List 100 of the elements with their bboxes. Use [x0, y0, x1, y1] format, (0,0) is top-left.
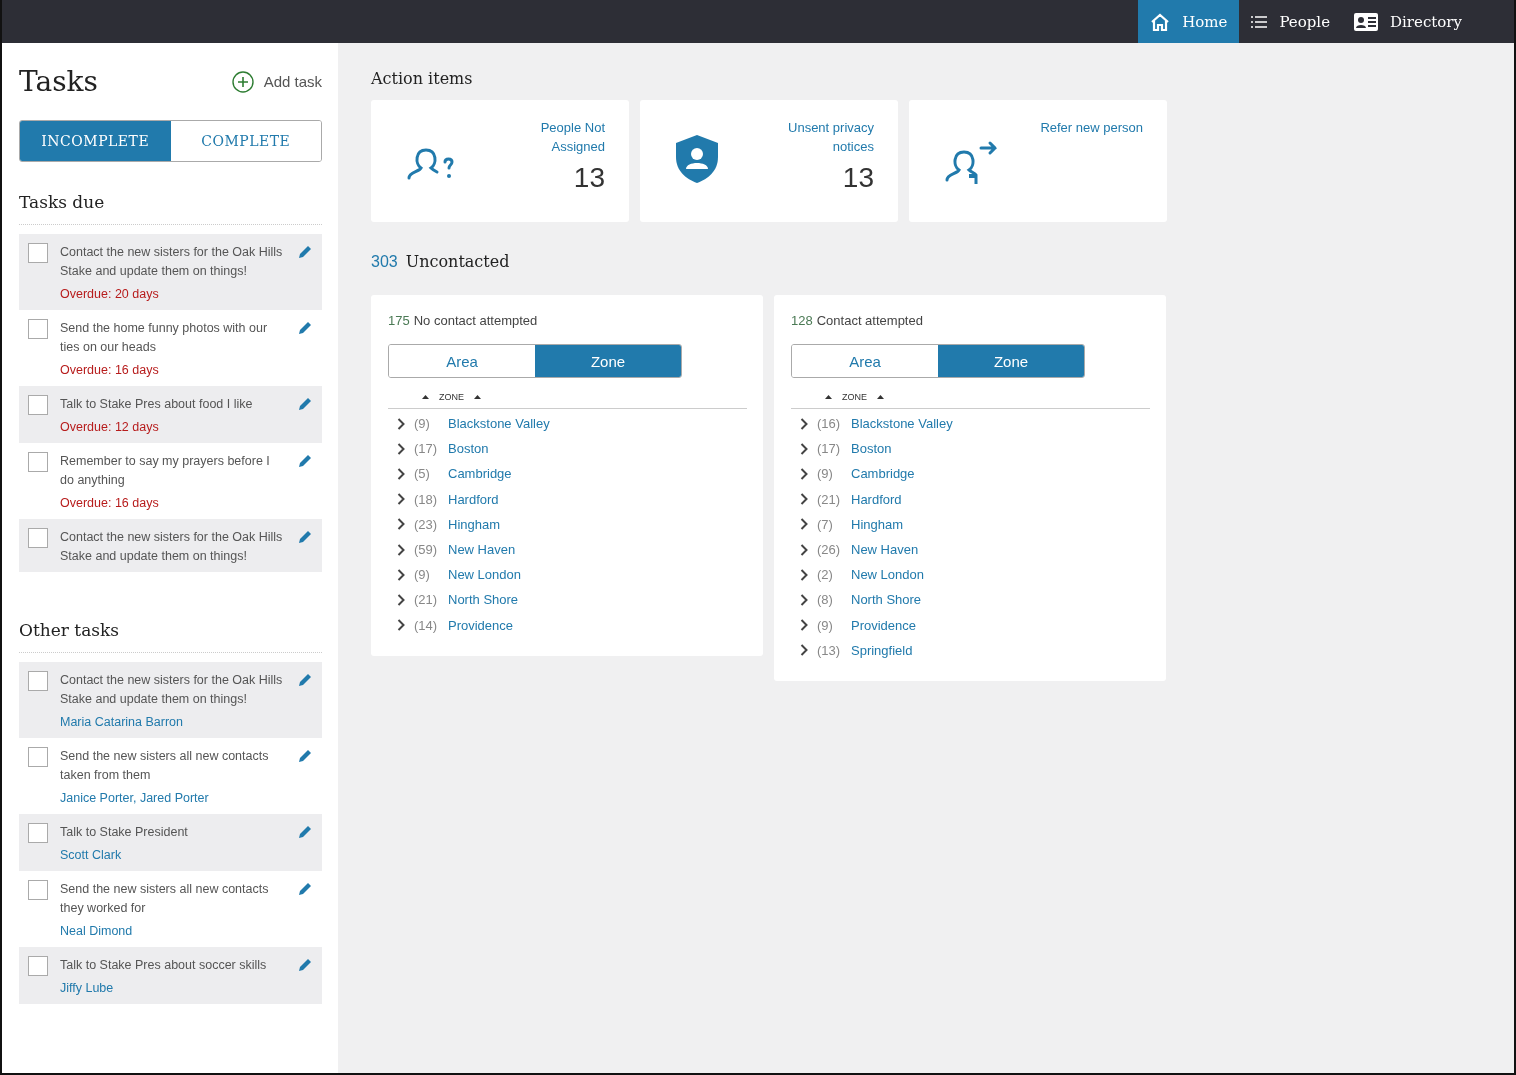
zone-link[interactable]: Hingham — [851, 516, 904, 532]
toggle-option[interactable]: Zone — [535, 345, 681, 377]
chevron-right-icon[interactable] — [397, 467, 405, 480]
sort-arrow-icon[interactable] — [422, 395, 429, 399]
panel-title: Contact attempted — [816, 313, 923, 328]
chevron-right-icon[interactable] — [397, 518, 405, 531]
person-link[interactable]: Maria Catarina Barron — [60, 713, 287, 732]
person-link[interactable]: Jiffy Lube — [60, 979, 287, 998]
overdue-label: Overdue: 16 days — [60, 362, 160, 379]
zone-count: (2) — [817, 567, 834, 583]
action-card[interactable]: People Not Assigned 13 — [371, 100, 629, 222]
chevron-right-icon[interactable] — [800, 568, 808, 581]
zone-link[interactable]: Blackstone Valley — [851, 416, 953, 432]
zone-link[interactable]: Boston — [448, 441, 489, 457]
filter-tab[interactable]: INCOMPLETE — [20, 121, 171, 161]
task-text: Send the home funny photos with our ties on our heads — [60, 320, 269, 356]
zone-link[interactable]: New Haven — [448, 542, 516, 558]
chevron-right-icon[interactable] — [800, 619, 808, 632]
chevron-right-icon[interactable] — [397, 442, 405, 455]
task-checkbox[interactable] — [28, 243, 48, 263]
chevron-right-icon[interactable] — [397, 543, 405, 556]
task-checkbox[interactable] — [28, 528, 48, 548]
toggle-option[interactable]: Zone — [938, 345, 1084, 377]
nav-tab[interactable]: People — [1239, 0, 1342, 43]
zone-count: (13) — [817, 642, 842, 658]
chevron-right-icon[interactable] — [397, 619, 405, 632]
chevron-right-icon[interactable] — [800, 543, 808, 556]
zone-link[interactable]: Providence — [851, 617, 917, 633]
zone-link[interactable]: Boston — [851, 441, 892, 457]
zone-link[interactable]: North Shore — [448, 592, 519, 608]
zone-count: (17) — [817, 441, 842, 457]
zone-link[interactable]: Hardford — [851, 491, 902, 507]
pencil-icon[interactable] — [299, 958, 312, 971]
task-checkbox[interactable] — [28, 395, 48, 415]
zone-count: (9) — [414, 416, 431, 432]
chevron-right-icon[interactable] — [800, 417, 808, 430]
task-checkbox[interactable] — [28, 956, 48, 976]
chevron-right-icon[interactable] — [397, 568, 405, 581]
column-header[interactable]: ZONE — [842, 392, 867, 402]
nav-tab[interactable]: Home — [1138, 0, 1240, 43]
chevron-right-icon[interactable] — [800, 467, 808, 480]
zone-link[interactable]: Providence — [448, 617, 514, 633]
task-checkbox[interactable] — [28, 319, 48, 339]
pencil-icon[interactable] — [299, 673, 312, 686]
panel-count: 175 — [388, 313, 410, 328]
card-label: People Not Assigned — [539, 119, 605, 156]
action-card[interactable]: Refer new person — [909, 100, 1167, 222]
pencil-icon[interactable] — [299, 245, 312, 258]
chevron-right-icon[interactable] — [800, 442, 808, 455]
tasks-title: Tasks — [19, 65, 98, 98]
shield-person-icon — [676, 135, 718, 183]
pencil-icon[interactable] — [299, 749, 312, 762]
zone-link[interactable]: New London — [851, 567, 924, 583]
zone-link[interactable]: Hardford — [448, 491, 499, 507]
sort-arrow-icon[interactable] — [825, 395, 832, 399]
task-checkbox[interactable] — [28, 671, 48, 691]
zone-count: (21) — [817, 491, 842, 507]
zone-count: (26) — [817, 542, 842, 558]
pencil-icon[interactable] — [299, 454, 312, 467]
pencil-icon[interactable] — [299, 882, 312, 895]
chevron-right-icon[interactable] — [800, 493, 808, 506]
chevron-right-icon[interactable] — [800, 518, 808, 531]
pencil-icon[interactable] — [299, 825, 312, 838]
task-checkbox[interactable] — [28, 823, 48, 843]
zone-link[interactable]: Cambridge — [851, 466, 915, 482]
action-card[interactable]: Unsent privacy notices 13 — [640, 100, 898, 222]
task-text: Contact the new sisters for the Oak Hills Stake and update them on things! — [60, 244, 284, 280]
task-checkbox[interactable] — [28, 452, 48, 472]
person-link[interactable]: Scott Clark — [60, 846, 287, 865]
sort-arrow-icon[interactable] — [877, 395, 884, 399]
person-link[interactable]: Janice Porter, Jared Porter — [60, 789, 287, 808]
add-task-button[interactable]: Add task — [231, 70, 322, 93]
zone-link[interactable]: Blackstone Valley — [448, 416, 550, 432]
zone-link[interactable]: New London — [448, 567, 521, 583]
zone-count: (17) — [414, 441, 439, 457]
zone-link[interactable]: Springfield — [851, 642, 913, 658]
person-link[interactable]: Neal Dimond — [60, 922, 287, 941]
zone-link[interactable]: New Haven — [851, 542, 919, 558]
pencil-icon[interactable] — [299, 397, 312, 410]
chevron-right-icon[interactable] — [800, 593, 808, 606]
chevron-right-icon[interactable] — [397, 417, 405, 430]
nav-tab[interactable]: Directory — [1342, 0, 1474, 43]
pencil-icon[interactable] — [299, 321, 312, 334]
task-text: Send the new sisters all new contacts taken from them — [60, 748, 270, 784]
zone-link[interactable]: Hingham — [448, 516, 501, 532]
zone-link[interactable]: North Shore — [851, 592, 922, 608]
task-checkbox[interactable] — [28, 747, 48, 767]
column-header[interactable]: ZONE — [439, 392, 464, 402]
zone-count: (9) — [817, 466, 834, 482]
task-checkbox[interactable] — [28, 880, 48, 900]
task-text: Contact the new sisters for the Oak Hills Stake and update them on things! — [60, 672, 284, 708]
chevron-right-icon[interactable] — [800, 644, 808, 657]
sort-arrow-icon[interactable] — [474, 395, 481, 399]
pencil-icon[interactable] — [299, 530, 312, 543]
zone-link[interactable]: Cambridge — [448, 466, 512, 482]
id-card-icon — [1354, 12, 1378, 31]
card-label: Refer new person — [1040, 119, 1143, 137]
chevron-right-icon[interactable] — [397, 593, 405, 606]
chevron-right-icon[interactable] — [397, 493, 405, 506]
panel-title: No contact attempted — [413, 313, 538, 328]
